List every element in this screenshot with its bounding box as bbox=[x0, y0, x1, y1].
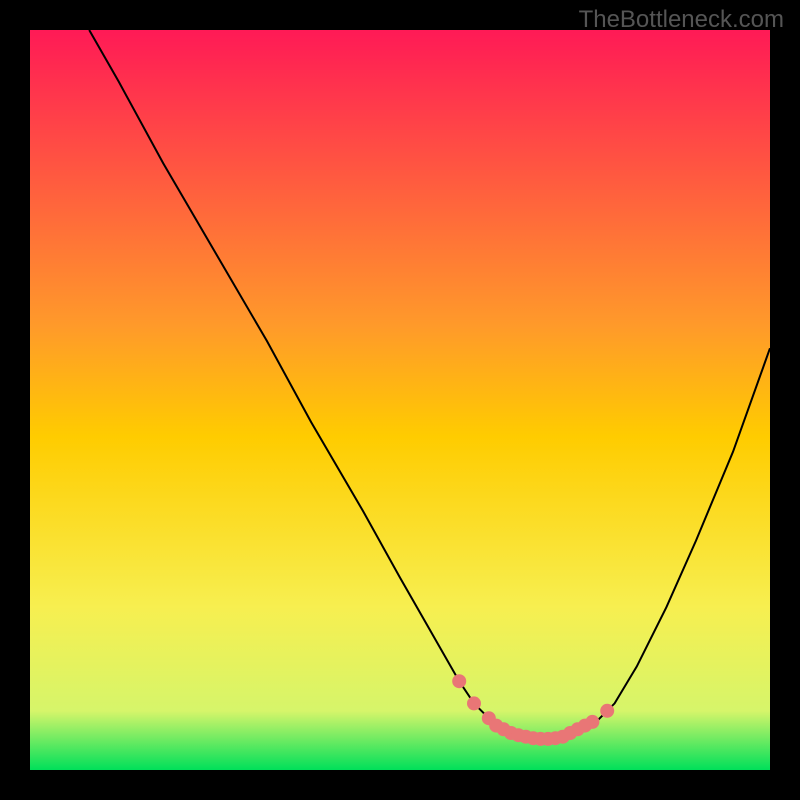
sweet-spot-point bbox=[600, 704, 614, 718]
sweet-spot-point bbox=[467, 696, 481, 710]
sweet-spot-point bbox=[452, 674, 466, 688]
chart-svg bbox=[30, 30, 770, 770]
sweet-spot-point bbox=[585, 715, 599, 729]
watermark-text: TheBottleneck.com bbox=[579, 6, 784, 34]
chart-background-gradient bbox=[30, 30, 770, 770]
chart-plot-area bbox=[30, 30, 770, 770]
